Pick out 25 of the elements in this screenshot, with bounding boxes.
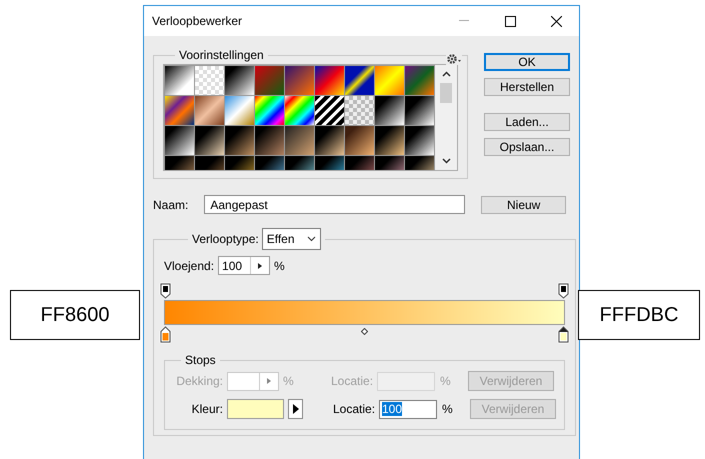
dialog-button[interactable]: Laden...: [484, 113, 570, 131]
location-label: Locatie:: [331, 374, 373, 388]
hex-callout: FFFDBC: [578, 290, 700, 340]
dialog-button[interactable]: Opslaan...: [484, 138, 570, 156]
window-title: Verloopbewerker: [152, 14, 244, 28]
stop-property-label: Kleur:: [190, 402, 223, 416]
stops-legend: Stops: [181, 353, 220, 367]
percent-label: %: [442, 402, 454, 416]
gradient-type-label: Verlooptype:: [192, 232, 259, 246]
percent-label: %: [440, 374, 452, 388]
hex-callout: FF8600: [10, 290, 140, 340]
smoothness-label: Vloejend:: [164, 258, 214, 272]
gradient-type-dropdown[interactable]: Effen: [262, 228, 321, 250]
name-input-field[interactable]: Aangepast: [204, 195, 466, 214]
new-button[interactable]: Nieuw: [481, 196, 566, 214]
stop-property-label: Dekking:: [175, 374, 223, 388]
location-field[interactable]: 100: [379, 400, 437, 418]
smoothness-field[interactable]: 100: [218, 256, 270, 275]
percent-label: %: [274, 258, 285, 272]
location-label: Locatie:: [333, 402, 375, 416]
dialog-button[interactable]: Herstellen: [484, 78, 570, 96]
percent-label: %: [283, 374, 295, 388]
dialog-button[interactable]: OK: [484, 53, 570, 71]
name-label: Naam:: [153, 198, 188, 212]
presets-legend: Voorinstellingen: [175, 48, 268, 62]
